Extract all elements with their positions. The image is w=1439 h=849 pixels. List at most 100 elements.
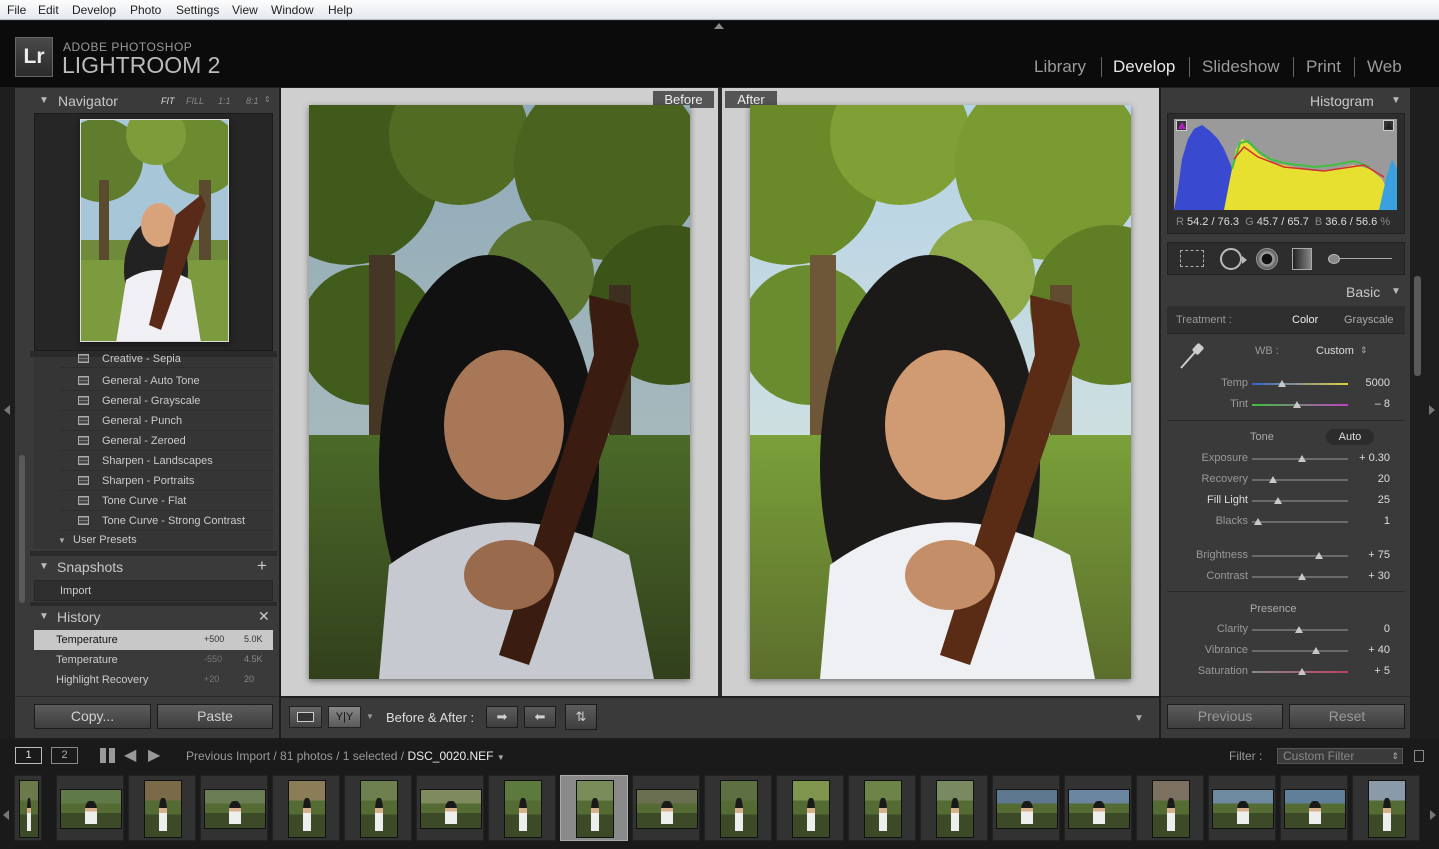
fill-light-slider[interactable] [1252, 500, 1348, 502]
module-web[interactable]: Web [1367, 57, 1402, 77]
after-photo[interactable] [750, 105, 1131, 679]
secondary-window-button[interactable]: 2 [51, 747, 78, 764]
shadow-clipping-toggle[interactable] [1176, 120, 1187, 131]
main-window-button[interactable]: 1 [15, 747, 42, 764]
module-library[interactable]: Library [1034, 57, 1086, 77]
blacks-value[interactable]: 1 [1352, 515, 1390, 527]
contrast-slider-thumb[interactable] [1297, 573, 1306, 580]
preset-item[interactable]: General - Punch [60, 411, 274, 431]
recovery-slider[interactable] [1252, 479, 1348, 481]
scroll-filmstrip-right-icon[interactable] [1430, 810, 1436, 820]
menu-view[interactable]: View [232, 3, 258, 17]
preset-item[interactable]: General - Auto Tone [60, 371, 274, 391]
reset-settings-button[interactable]: Reset [1289, 704, 1405, 729]
clarity-value[interactable]: 0 [1352, 623, 1390, 635]
zoom-8-1[interactable]: 8:1 [246, 96, 259, 106]
history-item-selected[interactable]: Temperature +500 5.0K [34, 630, 273, 650]
filmstrip-thumbnail[interactable] [1208, 775, 1276, 841]
filmstrip-thumbnail[interactable] [1136, 775, 1204, 841]
copy-after-to-before-button[interactable]: ⬅ [524, 706, 556, 728]
module-slideshow[interactable]: Slideshow [1202, 57, 1280, 77]
menu-window[interactable]: Window [271, 3, 314, 17]
red-eye-tool-icon[interactable] [1256, 248, 1278, 270]
scroll-filmstrip-left-icon[interactable] [3, 810, 9, 820]
filmstrip-thumbnail[interactable] [704, 775, 772, 841]
temp-slider-thumb[interactable] [1277, 380, 1286, 387]
history-item[interactable]: Temperature -550 4.5K [34, 650, 273, 670]
filmstrip-thumbnail-selected[interactable] [560, 775, 628, 841]
fill-light-value[interactable]: 25 [1352, 494, 1390, 506]
add-snapshot-icon[interactable]: + [257, 556, 267, 576]
module-develop[interactable]: Develop [1113, 57, 1175, 77]
crop-overlay-tool-icon[interactable] [1180, 250, 1204, 267]
spot-removal-tool-icon[interactable] [1220, 248, 1242, 270]
loupe-view-button[interactable] [289, 706, 322, 728]
filmstrip-thumbnail[interactable] [56, 775, 124, 841]
filmstrip-thumbnail[interactable] [488, 775, 556, 841]
preset-item[interactable]: Sharpen - Landscapes [60, 451, 274, 471]
treatment-color-option[interactable]: Color [1292, 314, 1318, 326]
vibrance-slider[interactable] [1252, 650, 1348, 652]
saturation-value[interactable]: + 5 [1352, 665, 1390, 677]
menu-develop[interactable]: Develop [72, 3, 116, 17]
before-after-view-button[interactable]: Y|Y [328, 706, 361, 728]
view-mode-dropdown-icon[interactable]: ▼ [366, 712, 374, 721]
filmstrip-thumbnail[interactable] [1280, 775, 1348, 841]
filmstrip-thumbnail[interactable] [920, 775, 988, 841]
collapse-right-panel-icon[interactable] [1429, 405, 1435, 415]
vibrance-slider-thumb[interactable] [1312, 647, 1321, 654]
clarity-slider-thumb[interactable] [1295, 626, 1304, 633]
zoom-fit[interactable]: FIT [161, 96, 175, 106]
wb-preset-dropdown[interactable]: Custom [1316, 345, 1354, 357]
module-print[interactable]: Print [1306, 57, 1341, 77]
preset-item[interactable]: Sharpen - Portraits [60, 471, 274, 491]
brightness-slider-thumb[interactable] [1315, 552, 1324, 559]
snapshots-collapse-icon[interactable]: ▼ [39, 561, 49, 572]
temp-slider[interactable] [1252, 383, 1348, 385]
previous-photo-icon[interactable]: ◀ [124, 745, 136, 765]
fill-light-slider-thumb[interactable] [1273, 497, 1282, 504]
zoom-1-1[interactable]: 1:1 [218, 96, 231, 106]
highlight-clipping-toggle[interactable] [1383, 120, 1394, 131]
contrast-value[interactable]: + 30 [1352, 570, 1390, 582]
graduated-filter-tool-icon[interactable] [1292, 248, 1312, 270]
snapshot-item[interactable]: Import [34, 580, 273, 601]
navigator-thumbnail[interactable] [80, 119, 229, 342]
toolbar-options-dropdown-icon[interactable]: ▼ [1134, 713, 1144, 724]
temp-value[interactable]: 5000 [1352, 377, 1390, 389]
filmstrip-thumbnail[interactable] [776, 775, 844, 841]
filmstrip-thumbnail[interactable] [272, 775, 340, 841]
recovery-slider-thumb[interactable] [1269, 476, 1278, 483]
brightness-value[interactable]: + 75 [1352, 549, 1390, 561]
filmstrip-source-path[interactable]: Previous Import / 81 photos / 1 selected… [186, 749, 505, 763]
preset-item[interactable]: General - Grayscale [60, 391, 274, 411]
adjustment-brush-tool-icon[interactable] [1328, 254, 1340, 264]
menu-file[interactable]: File [7, 3, 26, 17]
grid-view-icon[interactable] [100, 748, 115, 763]
preset-item[interactable]: Creative - Sepia [60, 352, 274, 368]
filmstrip-thumbnail[interactable] [1064, 775, 1132, 841]
navigator-collapse-icon[interactable]: ▼ [39, 95, 49, 106]
brightness-slider[interactable] [1252, 555, 1348, 557]
menu-edit[interactable]: Edit [38, 3, 59, 17]
exposure-value[interactable]: + 0.30 [1352, 452, 1390, 464]
filter-lock-icon[interactable] [1414, 750, 1424, 762]
vibrance-value[interactable]: + 40 [1352, 644, 1390, 656]
filmstrip-thumbnail[interactable] [14, 775, 42, 841]
menu-help[interactable]: Help [328, 3, 353, 17]
history-collapse-icon[interactable]: ▼ [39, 611, 49, 622]
filmstrip-thumbnail[interactable] [416, 775, 484, 841]
auto-tone-button[interactable]: Auto [1326, 429, 1374, 445]
saturation-slider-thumb[interactable] [1297, 668, 1306, 675]
filmstrip-thumbnail[interactable] [632, 775, 700, 841]
basic-collapse-icon[interactable]: ▼ [1391, 286, 1401, 297]
copy-before-to-after-button[interactable]: ➡ [486, 706, 518, 728]
filmstrip-thumbnail[interactable] [848, 775, 916, 841]
collapse-top-panel-icon[interactable] [714, 23, 724, 29]
filmstrip-thumbnail[interactable] [992, 775, 1060, 841]
paste-settings-button[interactable]: Paste [157, 704, 273, 729]
right-panel-scrollbar[interactable] [1414, 276, 1421, 376]
zoom-fill[interactable]: FILL [186, 96, 204, 106]
histogram-collapse-icon[interactable]: ▼ [1391, 95, 1401, 106]
zoom-stepper-icon[interactable]: ⇕ [264, 95, 271, 104]
